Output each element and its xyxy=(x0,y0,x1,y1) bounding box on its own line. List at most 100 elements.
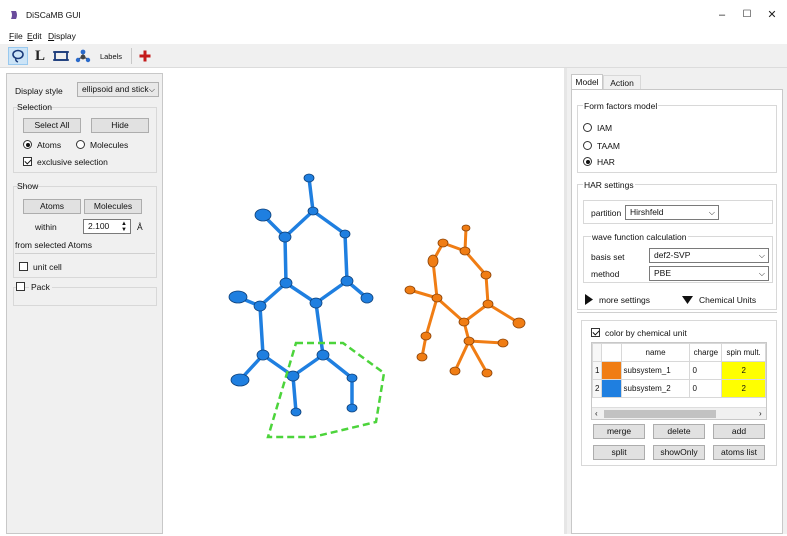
more-settings-label: more settings xyxy=(599,295,651,305)
pack-checkbox[interactable] xyxy=(16,282,25,291)
taam-radio[interactable] xyxy=(583,141,592,150)
molecule-icon xyxy=(75,49,91,63)
delete-button[interactable]: delete xyxy=(653,424,705,439)
spin-column-header: spin mult. xyxy=(721,343,766,362)
orange-molecule-atoms xyxy=(404,224,526,378)
selection-title: Selection xyxy=(17,102,52,112)
exclusive-selection-label: exclusive selection xyxy=(37,157,108,167)
angstrom-unit: Å xyxy=(137,222,143,232)
unit-color-swatch[interactable] xyxy=(601,379,622,398)
merge-button[interactable]: merge xyxy=(593,424,645,439)
display-style-dropdown[interactable]: ellipsoid and stick ⌵ xyxy=(77,82,159,97)
window-title: DiSCaMB GUI xyxy=(26,10,81,20)
scroll-left-icon[interactable]: ‹ xyxy=(595,409,598,418)
toolbar-separator xyxy=(131,48,132,64)
add-atom-button[interactable] xyxy=(137,47,153,65)
from-selected-label: from selected Atoms xyxy=(15,240,93,250)
close-button[interactable]: ✕ xyxy=(762,6,782,24)
divider xyxy=(15,253,155,254)
molecule-viewport[interactable] xyxy=(164,68,564,534)
molecules-radio[interactable] xyxy=(76,140,85,149)
app-logo-icon xyxy=(11,11,17,19)
har-radio[interactable] xyxy=(583,157,592,166)
menu-bar: File Edit Display xyxy=(0,30,787,44)
menu-display[interactable]: Display xyxy=(48,31,76,41)
molecule-button[interactable] xyxy=(73,47,93,65)
form-factors-title: Form factors model xyxy=(583,101,659,111)
menu-edit[interactable]: Edit xyxy=(27,31,42,41)
scroll-right-icon[interactable]: › xyxy=(759,409,762,418)
tab-model[interactable]: Model xyxy=(571,74,603,89)
color-by-unit-label: color by chemical unit xyxy=(605,328,687,338)
units-table: name charge spin mult. 1 subsystem_1 0 2… xyxy=(592,343,766,398)
unit-name-cell[interactable]: subsystem_1 xyxy=(620,361,691,380)
table-corner xyxy=(592,343,603,362)
charge-column-header: charge xyxy=(689,343,723,362)
unit-color-swatch[interactable] xyxy=(601,361,622,380)
chemical-units-table[interactable]: name charge spin mult. 1 subsystem_1 0 2… xyxy=(591,342,767,420)
display-panel: Display style ellipsoid and stick ⌵ Selec… xyxy=(6,73,163,534)
name-column-header: name xyxy=(620,343,691,362)
iam-label: IAM xyxy=(597,123,613,133)
basis-set-dropdown[interactable]: def2-SVP ⌵ xyxy=(649,248,769,263)
basis-set-label: basis set xyxy=(591,252,625,262)
labels-button[interactable]: Labels xyxy=(96,47,126,65)
toolbar: L Labels xyxy=(0,44,787,68)
chevron-down-icon: ⌵ xyxy=(148,85,155,94)
unit-name-cell[interactable]: subsystem_2 xyxy=(620,379,691,398)
unit-charge-cell[interactable]: 0 xyxy=(689,379,723,398)
exclusive-selection-checkbox[interactable] xyxy=(23,157,32,166)
table-row[interactable]: 1 subsystem_1 0 2 xyxy=(592,361,766,380)
unit-spin-cell[interactable]: 2 xyxy=(721,361,766,380)
wave-function-title: wave function calculation xyxy=(591,232,688,242)
color-by-unit-checkbox[interactable] xyxy=(591,328,600,337)
minimize-button[interactable]: – xyxy=(712,6,732,24)
red-plus-icon xyxy=(139,50,151,62)
show-atoms-button[interactable]: Atoms xyxy=(23,199,81,214)
unit-charge-cell[interactable]: 0 xyxy=(689,361,723,380)
menu-file[interactable]: File xyxy=(9,31,23,41)
iam-radio[interactable] xyxy=(583,123,592,132)
taam-label: TAAM xyxy=(597,141,620,151)
partition-label: partition xyxy=(591,208,622,218)
table-row[interactable]: 2 subsystem_2 0 2 xyxy=(592,379,766,398)
row-index: 1 xyxy=(592,361,603,380)
molecule-structure xyxy=(228,173,526,439)
unit-cell-button[interactable] xyxy=(52,47,70,65)
chemical-units-label: Chemical Units xyxy=(699,295,757,305)
tab-action[interactable]: Action xyxy=(603,75,641,90)
partition-dropdown[interactable]: Hirshfeld ⌵ xyxy=(625,205,719,220)
measure-length-button[interactable]: L xyxy=(31,47,49,65)
unit-spin-cell[interactable]: 2 xyxy=(721,379,766,398)
pack-label: Pack xyxy=(29,282,52,292)
more-settings-expander[interactable] xyxy=(585,294,593,305)
show-title: Show xyxy=(17,181,39,191)
hide-button[interactable]: Hide xyxy=(91,118,149,133)
triangle-right-icon xyxy=(585,294,593,305)
method-label: method xyxy=(591,269,620,279)
atoms-list-button[interactable]: atoms list xyxy=(713,445,765,460)
within-distance-spinbox[interactable]: 2.100 ▲ ▼ xyxy=(83,219,131,234)
within-label: within xyxy=(35,222,57,232)
show-molecules-button[interactable]: Molecules xyxy=(84,199,142,214)
unit-cell-icon xyxy=(53,51,69,61)
atoms-radio-label: Atoms xyxy=(37,140,62,150)
horizontal-scrollbar[interactable]: ‹ › xyxy=(592,407,766,419)
unit-cell-label: unit cell xyxy=(33,262,62,272)
split-button[interactable]: split xyxy=(593,445,645,460)
unit-cell-checkbox[interactable] xyxy=(19,262,28,271)
maximize-button[interactable]: ☐ xyxy=(737,6,757,24)
divider xyxy=(577,312,777,313)
lasso-select-button[interactable] xyxy=(8,47,28,65)
add-button[interactable]: add xyxy=(713,424,765,439)
display-style-label: Display style xyxy=(15,86,63,96)
method-dropdown[interactable]: PBE ⌵ xyxy=(649,266,769,281)
chemical-units-expander[interactable] xyxy=(682,296,693,304)
har-settings-title: HAR settings xyxy=(583,180,635,190)
chevron-down-icon: ⌵ xyxy=(758,251,765,260)
chevron-down-icon: ⌵ xyxy=(758,269,765,278)
select-all-button[interactable]: Select All xyxy=(23,118,81,133)
scrollbar-thumb[interactable] xyxy=(604,410,716,418)
atoms-radio[interactable] xyxy=(23,140,32,149)
show-only-button[interactable]: showOnly xyxy=(653,445,705,460)
